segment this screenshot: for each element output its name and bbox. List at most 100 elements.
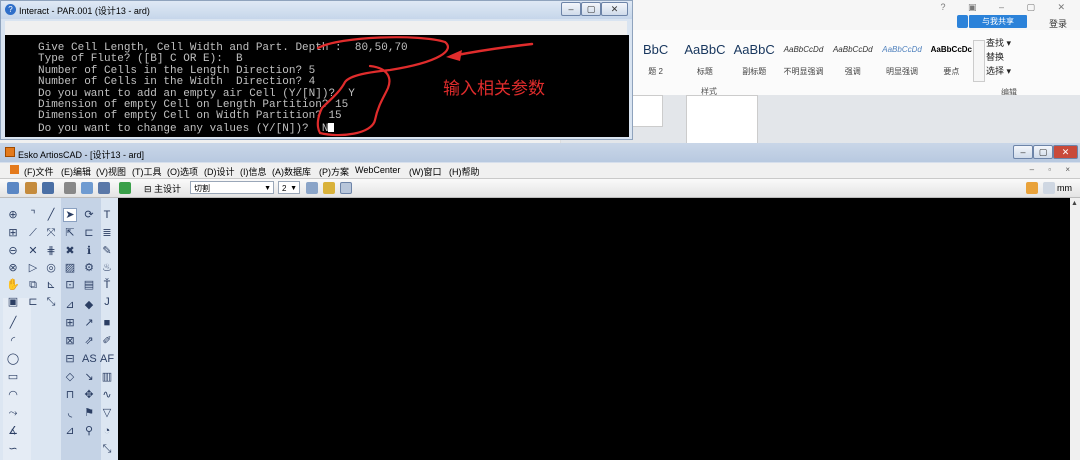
document-page[interactable] xyxy=(686,95,758,147)
menu-window[interactable]: (W)窗口 xyxy=(409,165,442,178)
fold-icon[interactable]: ⊏ xyxy=(82,226,96,240)
flag-icon[interactable]: ⚑ xyxy=(82,406,96,420)
menu-webcenter[interactable]: WebCenter xyxy=(355,165,400,175)
line-type-select[interactable]: 切割 ▼ xyxy=(190,181,274,194)
3d-icon[interactable] xyxy=(98,182,110,194)
document-icon[interactable] xyxy=(10,165,19,174)
triangle-icon[interactable]: ▷ xyxy=(26,261,40,275)
pen-icon[interactable]: ✎ xyxy=(100,244,114,258)
line-tool-icon[interactable]: ╱ xyxy=(6,316,20,330)
menu-design[interactable]: (D)设计 xyxy=(204,165,235,178)
word-window-controls[interactable]: ? ▣ – ▢ ✕ xyxy=(940,2,1075,13)
circle-tool-icon[interactable]: ◯ xyxy=(6,352,20,366)
settings-icon[interactable]: ⚙ xyxy=(82,261,96,275)
layer-tool-icon[interactable]: ▤ xyxy=(82,278,96,292)
trim-icon[interactable]: ⟋ xyxy=(26,226,40,240)
menu-edit[interactable]: (E)编辑 xyxy=(61,165,91,178)
menu-file[interactable]: (F)文件 xyxy=(24,165,54,178)
view-icon[interactable] xyxy=(81,182,93,194)
arc-tool-icon[interactable]: ◜ xyxy=(6,334,20,348)
diagonal-icon[interactable]: ⤡ xyxy=(100,442,114,456)
move-icon[interactable]: ✥ xyxy=(82,388,96,402)
pin-icon[interactable]: ⚲ xyxy=(82,424,96,438)
menu-info[interactable]: (I)信息 xyxy=(240,165,267,178)
select-connected-icon[interactable]: ⇱ xyxy=(63,226,77,240)
scroll-up-icon[interactable]: ▲ xyxy=(1071,200,1078,207)
text-style-icon[interactable]: Ť xyxy=(100,278,114,292)
italic-text-icon[interactable]: J xyxy=(100,295,114,309)
vertical-scrollbar[interactable]: ▲ xyxy=(1070,198,1080,460)
menu-view[interactable]: (V)视图 xyxy=(96,165,126,178)
book-icon[interactable] xyxy=(1043,182,1055,194)
grid-icon[interactable] xyxy=(306,182,318,194)
bezier-tool-icon[interactable]: ⤳ xyxy=(6,406,20,420)
paint-icon[interactable]: ♨ xyxy=(100,261,114,275)
node-icon[interactable]: ⊞ xyxy=(63,316,77,330)
cad-minimize-button[interactable]: – xyxy=(1013,145,1033,159)
cad-close-button[interactable]: ✕ xyxy=(1053,145,1078,159)
stretch-icon[interactable]: ⊿ xyxy=(63,298,77,312)
layers-icon[interactable] xyxy=(119,182,131,194)
wave-icon[interactable]: ∿ xyxy=(100,388,114,402)
styles-scrollbar[interactable] xyxy=(973,40,985,82)
mirror-icon[interactable]: ⊏ xyxy=(26,295,40,309)
cad-maximize-button[interactable]: ▢ xyxy=(1033,145,1053,159)
chamfer-icon[interactable]: ⊿ xyxy=(63,424,77,438)
green-fill-icon[interactable]: ■ xyxy=(100,316,114,330)
select-arrow-icon[interactable]: ➤ xyxy=(63,208,77,222)
join-icon[interactable]: ⊠ xyxy=(63,334,77,348)
fillet-icon[interactable]: ◟ xyxy=(63,406,77,420)
cross-icon[interactable]: ✕ xyxy=(26,244,40,258)
style-item[interactable]: AaBbCcDc 要点 xyxy=(927,40,976,80)
mdi-window-controls[interactable]: – ▫ × xyxy=(1030,165,1076,174)
select-button[interactable]: 选择 ▾ xyxy=(986,64,1076,78)
menu-database[interactable]: (A)数据库 xyxy=(272,165,311,178)
angle-icon[interactable]: ⊾ xyxy=(44,278,58,292)
af-icon[interactable]: AF xyxy=(100,352,114,366)
rectangle-tool-icon[interactable]: ▭ xyxy=(6,370,20,384)
barcode-icon[interactable]: ▥ xyxy=(100,370,114,384)
open-folder-icon[interactable] xyxy=(7,182,19,194)
style-item[interactable]: AaBbC 副标题 xyxy=(730,40,779,80)
down-arrow-icon[interactable]: ▽ xyxy=(100,406,114,420)
break-icon[interactable]: ⊟ xyxy=(63,352,77,366)
dimension-icon[interactable]: ↗ xyxy=(82,316,96,330)
print-icon[interactable] xyxy=(64,182,76,194)
redraw-icon[interactable]: ▣ xyxy=(6,295,20,309)
measure-icon[interactable]: ⤡ xyxy=(44,295,58,309)
home-icon[interactable] xyxy=(25,182,37,194)
angle-tool-icon[interactable]: ∡ xyxy=(6,424,20,438)
brush-icon[interactable]: ✐ xyxy=(100,334,114,348)
direction-icon[interactable] xyxy=(1026,182,1038,194)
rotate-tool-icon[interactable]: ⟳ xyxy=(82,208,96,222)
hatch-icon[interactable]: ▨ xyxy=(63,261,77,275)
delete-icon[interactable]: ✖ xyxy=(63,244,77,258)
menu-options[interactable]: (O)选项 xyxy=(167,165,198,178)
drawing-canvas[interactable] xyxy=(118,198,1070,460)
bridge-icon[interactable]: ⊓ xyxy=(63,388,77,402)
corner-icon[interactable]: ⌝ xyxy=(26,208,40,222)
slash-icon[interactable]: ╱ xyxy=(44,208,58,222)
menu-tools[interactable]: (T)工具 xyxy=(132,165,162,178)
label-icon[interactable]: AS xyxy=(82,352,97,366)
copy-icon[interactable]: ⧉ xyxy=(26,278,40,292)
curve-tool-icon[interactable]: ◠ xyxy=(6,388,20,402)
pan-icon[interactable]: ✋ xyxy=(6,278,20,292)
replace-button[interactable]: 替换 xyxy=(986,50,1076,64)
cycle-icon[interactable]: ◔ xyxy=(100,424,114,438)
zoom-window-icon[interactable]: ⊞ xyxy=(6,226,20,240)
spline-tool-icon[interactable]: ∽ xyxy=(6,442,20,456)
rotate-icon[interactable]: ⤧ xyxy=(44,226,58,240)
zoom-in-icon[interactable]: ⊕ xyxy=(6,208,20,222)
login-link[interactable]: 登录 xyxy=(1049,17,1067,30)
style-icon[interactable] xyxy=(323,182,335,194)
zoom-out-icon[interactable]: ⊖ xyxy=(6,244,20,258)
artioscad-title-bar[interactable]: Esko ArtiosCAD - [设计13 - ard] – ▢ ✕ xyxy=(0,143,1080,162)
layout-icon[interactable] xyxy=(340,182,352,194)
save-icon[interactable] xyxy=(42,182,54,194)
paragraph-icon[interactable]: ≣ xyxy=(100,226,114,240)
bevel-icon[interactable]: ◇ xyxy=(63,370,77,384)
menu-help[interactable]: (H)帮助 xyxy=(449,165,480,178)
grid-tool-icon[interactable]: ⋕ xyxy=(44,244,58,258)
green-marker-icon[interactable]: ◆ xyxy=(82,298,96,312)
